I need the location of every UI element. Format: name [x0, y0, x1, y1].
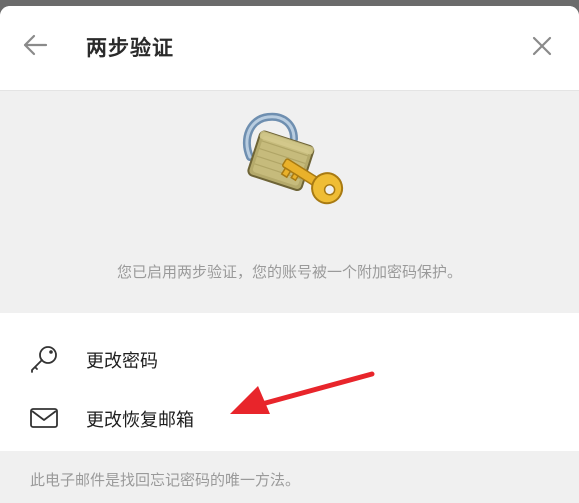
close-icon — [531, 35, 553, 61]
two-step-verification-dialog: 两步验证 您已启用两步验证，您的账号被一个附加密码保护。 更改密码 更改恢复邮箱… — [0, 6, 579, 503]
change-password-label: 更改密码 — [86, 351, 158, 372]
back-button[interactable] — [18, 30, 52, 64]
status-banner: 您已启用两步验证，您的账号被一个附加密码保护。 — [0, 91, 579, 313]
dialog-header: 两步验证 — [0, 6, 579, 91]
footer-note: 此电子邮件是找回忘记密码的唯一方法。 — [0, 451, 579, 503]
change-recovery-email-label: 更改恢复邮箱 — [86, 410, 194, 431]
status-description: 您已启用两步验证，您的账号被一个附加密码保护。 — [116, 263, 462, 281]
arrow-left-icon — [22, 34, 48, 60]
page-title: 两步验证 — [86, 36, 174, 60]
padlock-key-icon — [238, 111, 350, 221]
envelope-icon — [28, 404, 60, 432]
close-button[interactable] — [526, 32, 558, 64]
key-icon — [28, 345, 60, 373]
red-arrow-icon — [222, 362, 382, 422]
footer-note-text: 此电子邮件是找回忘记密码的唯一方法。 — [30, 471, 301, 489]
